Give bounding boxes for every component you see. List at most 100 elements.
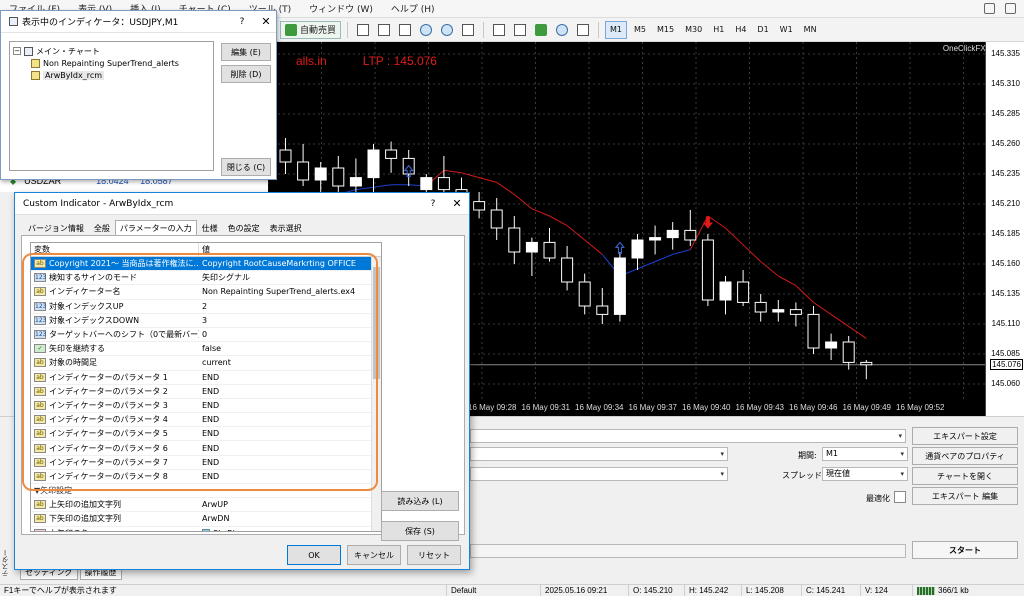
param-row[interactable]: ▼矢印設定	[31, 484, 381, 499]
save-button[interactable]: 保存 (S)	[381, 521, 459, 541]
bar-chart-button[interactable]	[354, 21, 372, 39]
param-row[interactable]: ab 下矢印の追加文字列 ArwDN	[31, 512, 381, 527]
param-row[interactable]: ab インディケーターのパラメータ 1 END	[31, 371, 381, 385]
param-value-cell[interactable]: current	[199, 358, 231, 367]
menu-window[interactable]: ウィンドウ (W)	[300, 2, 382, 15]
param-row[interactable]: ab 対象の時間足 current	[31, 356, 381, 371]
tree-item[interactable]: ArwByIdx_rcm	[13, 69, 210, 81]
tab-inputs[interactable]: パラメーターの入力	[114, 220, 197, 236]
search-icon[interactable]	[984, 3, 995, 14]
autoscroll-button[interactable]	[511, 21, 529, 39]
param-value-cell[interactable]: ArwUP	[199, 500, 228, 509]
param-value-cell[interactable]: false	[199, 344, 221, 353]
templates-button[interactable]	[574, 21, 592, 39]
tab-version[interactable]: バージョン情報	[23, 220, 89, 236]
param-value-cell[interactable]: ArwDN	[199, 514, 229, 523]
param-row[interactable]: ab インディケーターのパラメータ 4 END	[31, 413, 381, 428]
param-value-cell[interactable]: 2	[199, 302, 207, 311]
param-row[interactable]: ✓ 矢印を継続する false	[31, 342, 381, 357]
timeframe-h1[interactable]: H1	[709, 21, 728, 39]
param-value-cell[interactable]: SkyBlue	[199, 529, 245, 531]
optimize-checkbox[interactable]	[894, 491, 906, 503]
help-icon[interactable]: ?	[421, 199, 445, 209]
open-chart-button[interactable]: チャートを開く	[912, 467, 1018, 485]
auto-trade-button[interactable]: 自動売買	[280, 20, 342, 39]
line-chart-button[interactable]	[396, 21, 414, 39]
param-row[interactable]: ab Copyright 2021〜 当商品は著作権法に... Copyright …	[31, 257, 381, 272]
scrollbar-thumb[interactable]	[373, 267, 380, 379]
zoom-in-button[interactable]	[417, 21, 435, 39]
param-value-cell[interactable]: Copyright RootCauseMarkrting OFFICE	[199, 259, 356, 268]
periods-button[interactable]	[553, 21, 571, 39]
close-icon[interactable]: ✕	[445, 197, 469, 210]
param-row[interactable]: 123 対象インデックスDOWN 3	[31, 314, 381, 328]
param-row[interactable]: ab インディケーターのパラメータ 7 END	[31, 456, 381, 470]
timeframe-d1[interactable]: D1	[753, 21, 772, 39]
timeframe-w1[interactable]: W1	[776, 21, 797, 39]
param-value-cell[interactable]: 3	[199, 316, 207, 325]
tree-root[interactable]: − メイン・チャート	[13, 45, 210, 57]
candle-chart-button[interactable]	[375, 21, 393, 39]
model-select[interactable]: ▾	[470, 467, 728, 481]
start-button[interactable]: スタート	[912, 541, 1018, 559]
param-value-cell[interactable]: END	[199, 472, 219, 481]
param-value-cell[interactable]: 0	[199, 330, 207, 339]
delete-button[interactable]: 削除 (D)	[221, 65, 271, 83]
tab-colors[interactable]: 色の設定	[223, 220, 265, 236]
param-value-cell[interactable]: END	[199, 444, 219, 453]
menu-help[interactable]: ヘルプ (H)	[382, 2, 444, 15]
param-row[interactable]: 123 ターゲットバーへのシフト（0で最新バー） 0	[31, 328, 381, 343]
collapse-icon[interactable]: −	[13, 47, 21, 55]
reset-button[interactable]: リセット	[407, 545, 461, 565]
tab-specification[interactable]: 仕様	[197, 220, 223, 236]
expert-select[interactable]: ▾	[470, 429, 906, 443]
spread-select[interactable]: 現在値 ▾	[822, 467, 908, 481]
expert-settings-button[interactable]: エキスパート設定	[912, 427, 1018, 445]
timeframe-mn[interactable]: MN	[800, 21, 821, 39]
close-button[interactable]: 閉じる (C)	[221, 158, 271, 176]
ok-button[interactable]: OK	[287, 545, 341, 565]
param-row[interactable]: ab インディケーターのパラメータ 3 END	[31, 399, 381, 414]
param-value-cell[interactable]: END	[199, 429, 219, 438]
indicators-button[interactable]	[532, 21, 550, 39]
close-icon[interactable]: ✕	[256, 15, 276, 28]
tree-item[interactable]: Non Repainting SuperTrend_alerts	[13, 57, 210, 69]
param-value-cell[interactable]: Non Repainting SuperTrend_alerts.ex4	[199, 287, 355, 296]
param-row[interactable]: ab インディケーターのパラメータ 5 END	[31, 427, 381, 442]
tile-windows-button[interactable]	[459, 21, 477, 39]
help-icon[interactable]: ?	[232, 17, 252, 27]
param-row[interactable]: ab インディケーターのパラメータ 6 END	[31, 441, 381, 456]
cancel-button[interactable]: キャンセル	[347, 545, 401, 565]
param-row[interactable]: ab インディケーター名 Non Repainting SuperTrend_ale…	[31, 285, 381, 300]
chat-icon[interactable]	[1005, 3, 1016, 14]
param-value-cell[interactable]: 矢印シグナル	[199, 272, 250, 283]
grid-scrollbar[interactable]	[371, 257, 381, 531]
period-select[interactable]: M1 ▾	[822, 447, 908, 461]
chart-shift-button[interactable]	[490, 21, 508, 39]
param-row[interactable]: ab インディケーターのパラメータ 2 END	[31, 385, 381, 399]
timeframe-m15[interactable]: M15	[653, 21, 678, 39]
zoom-out-button[interactable]	[438, 21, 456, 39]
symbol-select[interactable]: ▾	[470, 447, 728, 461]
load-button[interactable]: 読み込み (L)	[381, 491, 459, 511]
param-value-cell[interactable]: END	[199, 415, 219, 424]
timeframe-m1[interactable]: M1	[605, 20, 628, 39]
tab-visualization[interactable]: 表示選択	[265, 220, 307, 236]
timeframe-h4[interactable]: H4	[731, 21, 750, 39]
tab-common[interactable]: 全般	[89, 220, 115, 236]
param-row[interactable]: 123 対象インデックスUP 2	[31, 300, 381, 314]
param-name-cell: ab インディケーターのパラメータ 5	[31, 428, 199, 439]
param-value-cell[interactable]: END	[199, 387, 219, 396]
timeframe-m30[interactable]: M30	[681, 21, 706, 39]
param-row[interactable]: ab インディケーターのパラメータ 8 END	[31, 470, 381, 484]
param-row[interactable]: ab 上矢印の追加文字列 ArwUP	[31, 498, 381, 513]
symbol-properties-button[interactable]: 通貨ペアのプロパティ	[912, 447, 1018, 465]
param-row[interactable]: 123 検知するサインのモード 矢印シグナル	[31, 271, 381, 286]
expert-edit-button[interactable]: エキスパート 編集	[912, 487, 1018, 505]
param-value-cell[interactable]: END	[199, 401, 219, 410]
param-row[interactable]: c上矢印の色 SkyBlue	[31, 527, 381, 531]
param-value-cell[interactable]: END	[199, 373, 219, 382]
param-value-cell[interactable]: END	[199, 458, 219, 467]
timeframe-m5[interactable]: M5	[630, 21, 650, 39]
edit-button[interactable]: 編集 (E)	[221, 43, 271, 61]
